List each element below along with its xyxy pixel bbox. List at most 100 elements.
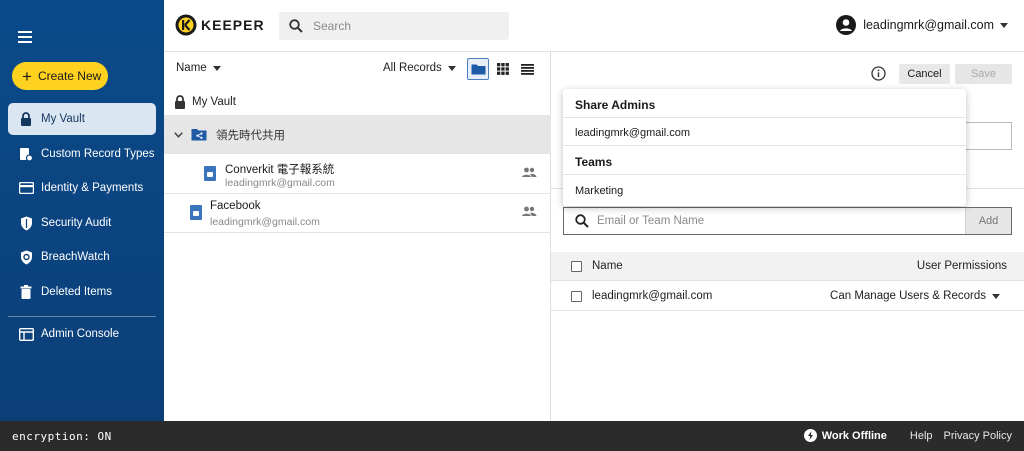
logo-text: KEEPER [201,17,265,33]
sidebar-item-label: Deleted Items [41,286,112,298]
folder-name: 領先時代共用 [216,129,285,142]
sidebar-item-deleted-items[interactable]: Deleted Items [8,276,156,308]
row-checkbox[interactable] [571,290,582,302]
record-subtitle: leadingmrk@gmail.com [225,177,335,189]
admin-option[interactable]: leadingmrk@gmail.com [575,127,690,139]
record-title: Facebook [210,200,261,212]
chevron-down-icon [992,293,1000,299]
list-icon [520,63,534,75]
gear-doc-icon [18,146,34,162]
chevron-down-icon [212,65,221,71]
shared-folder-row[interactable]: 領先時代共用 [164,116,551,154]
sidebar-item-my-vault[interactable]: My Vault [8,103,156,135]
dropdown-separator [563,174,966,175]
sidebar-item-admin-console[interactable]: Admin Console [8,318,156,350]
folder-icon [471,64,485,75]
keeper-logo-icon [175,14,197,36]
chevron-down-icon[interactable] [174,131,183,138]
dropdown-separator [563,117,966,118]
email-or-team-input[interactable] [597,208,965,234]
breachwatch-icon [18,249,34,265]
sidebar-divider [8,316,156,317]
shared-users-icon [521,167,537,181]
permissions-table-header: Name User Permissions [551,252,1024,281]
record-row[interactable]: Converkit 電子報系統 leadingmrk@gmail.com [164,155,551,194]
menu-icon[interactable] [18,31,32,43]
create-new-label: Create New [37,69,102,83]
account-icon [836,15,857,35]
save-button[interactable]: Save [955,64,1012,84]
folder-view-button[interactable] [467,58,489,80]
table-row: leadingmrk@gmail.com Can Manage Users & … [551,282,1024,311]
record-icon [190,205,202,220]
record-subtitle: leadingmrk@gmail.com [210,216,320,228]
column-name: Name [592,260,623,272]
keeper-logo[interactable]: KEEPER [175,14,265,36]
filter-label: All Records [383,62,442,74]
lock-icon [18,111,34,127]
share-suggestions-dropdown: Share Admins leadingmrk@gmail.com Teams … [563,89,966,206]
chevron-down-icon [447,65,456,71]
add-button[interactable]: Add [965,208,1011,234]
search-icon [575,214,589,228]
search-icon [289,19,303,33]
sidebar-item-label: Identity & Payments [41,182,144,194]
sidebar-item-label: Security Audit [41,217,112,229]
sort-label: Name [176,62,207,74]
sidebar-item-breachwatch[interactable]: BreachWatch [8,241,156,273]
sidebar-item-label: Custom Record Types [41,148,155,160]
teams-heading: Teams [575,155,613,169]
info-icon[interactable] [871,66,886,84]
dropdown-separator [563,145,966,146]
select-all-checkbox[interactable] [571,260,582,272]
sidebar-item-label: My Vault [41,113,85,125]
record-row[interactable]: Facebook leadingmrk@gmail.com [164,194,551,233]
lightning-icon [803,429,817,442]
credit-card-icon [18,180,34,196]
my-vault-label: My Vault [192,95,236,108]
grid-view-button[interactable] [492,58,514,80]
help-link[interactable]: Help [910,430,933,442]
sidebar-item-identity-payments[interactable]: Identity & Payments [8,172,156,204]
user-email: leadingmrk@gmail.com [863,18,994,32]
cancel-button[interactable]: Cancel [899,64,950,84]
sort-name-dropdown[interactable]: Name [176,62,221,74]
permission-dropdown[interactable]: Can Manage Users & Records [830,290,1000,302]
search-input[interactable]: Search [279,12,509,40]
work-offline-link[interactable]: Work Offline [803,429,887,442]
lock-icon [175,94,185,109]
footer-links: Work Offline Help Privacy Policy [803,429,1012,442]
encryption-status: encryption: ON [12,430,112,443]
sidebar: + Create New My Vault Custom Record Type… [0,0,164,421]
plus-icon: + [22,66,32,86]
add-user-search: Add [563,207,1012,235]
record-title: Converkit 電子報系統 [225,164,335,176]
share-admins-heading: Share Admins [575,98,656,112]
my-vault-row[interactable]: My Vault [164,88,551,116]
footer-bar: encryption: ON Work Offline Help Privacy… [0,421,1024,451]
shared-users-icon [521,206,537,220]
sidebar-item-label: BreachWatch [41,251,110,263]
record-icon [204,166,216,181]
sidebar-item-security-audit[interactable]: Security Audit [8,207,156,239]
chevron-down-icon [1000,22,1008,28]
list-toolbar: Name All Records [164,52,551,86]
console-icon [18,326,34,342]
search-placeholder: Search [313,19,352,33]
grid-icon [497,63,509,75]
column-user-permissions: User Permissions [916,260,1007,272]
user-menu[interactable]: leadingmrk@gmail.com [836,15,1008,35]
sidebar-item-label: Admin Console [41,328,119,340]
create-new-button[interactable]: + Create New [12,62,108,90]
background-input-edge [963,122,1012,150]
work-offline-label: Work Offline [821,429,887,442]
row-user-email: leadingmrk@gmail.com [592,290,713,302]
list-view-button[interactable] [516,58,538,80]
trash-icon [18,284,34,300]
privacy-policy-link[interactable]: Privacy Policy [944,430,1012,442]
sidebar-item-custom-record-types[interactable]: Custom Record Types [8,138,156,170]
team-option[interactable]: Marketing [575,185,623,197]
filter-records-dropdown[interactable]: All Records [383,62,456,74]
record-list-panel: Name All Records My Vault 領先時代共用 Converk… [164,52,551,421]
permission-value: Can Manage Users & Records [830,290,986,302]
